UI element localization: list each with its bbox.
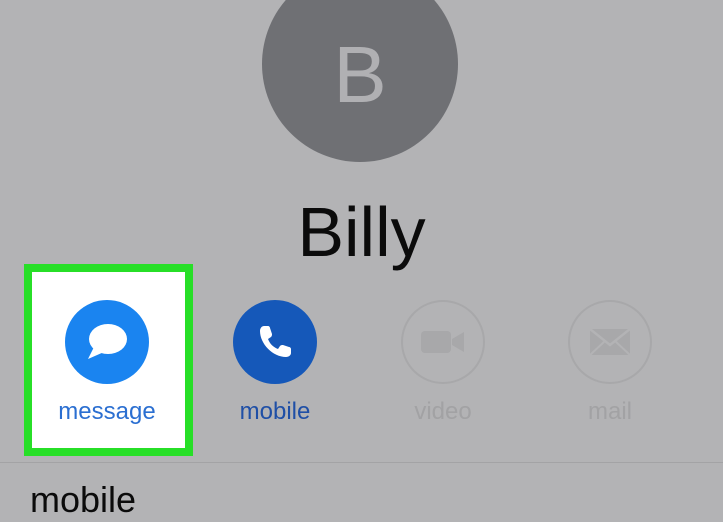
video-call-button[interactable]: video [378,300,508,426]
phone-section-label: mobile [30,479,137,520]
avatar-initial: B [333,30,387,119]
message-label: message [58,398,156,425]
message-button[interactable]: message [42,300,172,426]
envelope-icon [568,300,652,384]
divider [0,462,723,463]
contact-name: Billy [297,193,426,271]
video-camera-icon [401,300,485,384]
mobile-call-button[interactable]: mobile [210,300,340,426]
contact-avatar[interactable]: B [262,0,458,162]
mail-label: mail [587,398,632,425]
phone-icon [233,300,317,384]
mobile-label: mobile [239,398,311,425]
mail-button[interactable]: mail [545,300,675,426]
video-label: video [414,398,472,425]
message-bubble-icon [65,300,149,384]
